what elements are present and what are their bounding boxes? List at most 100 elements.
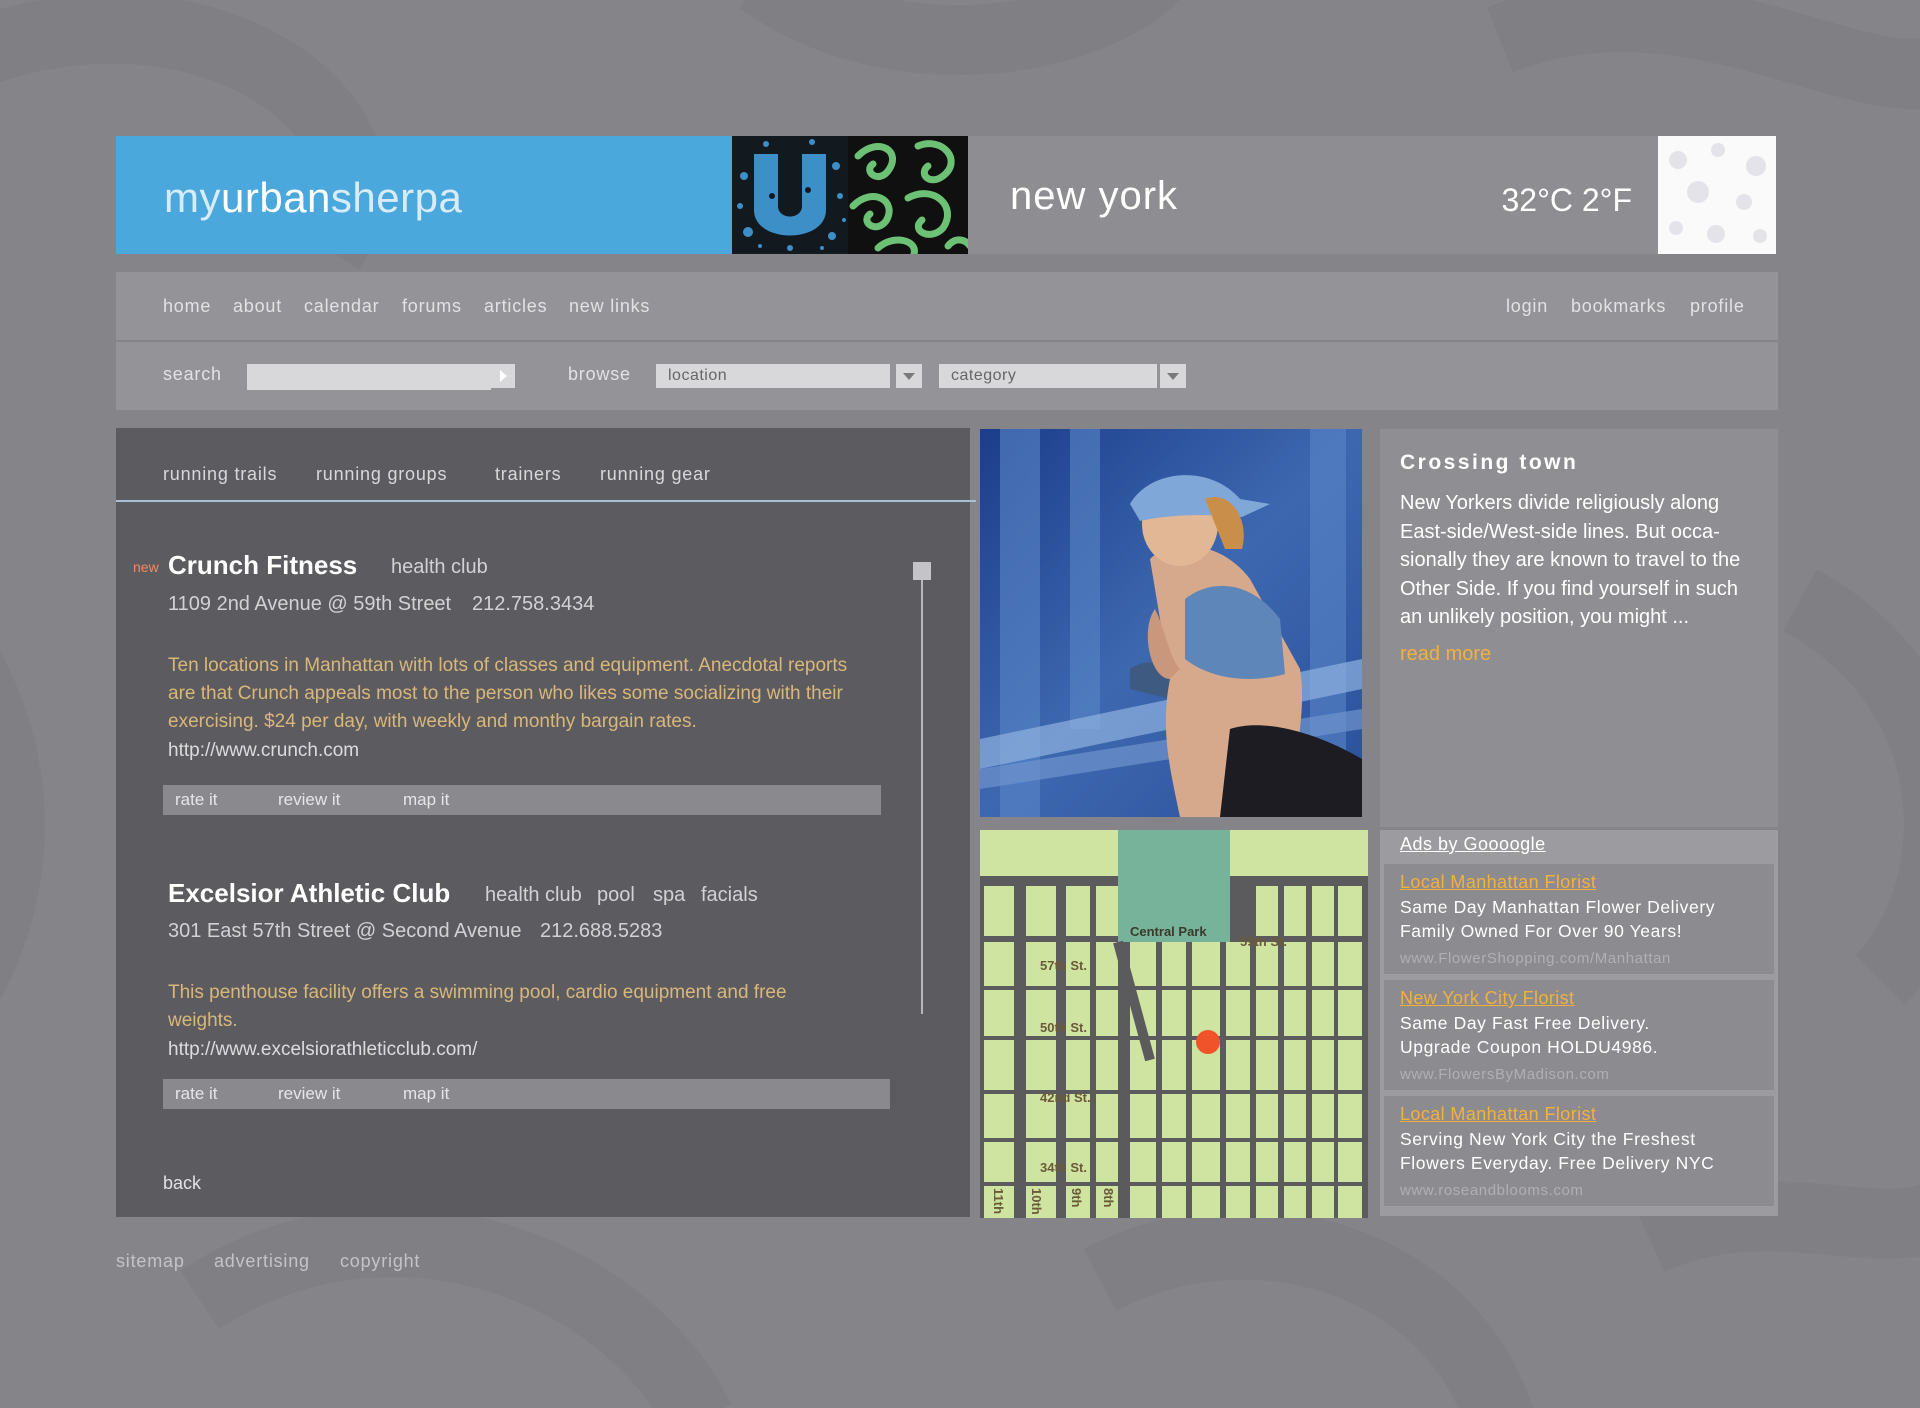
nav-bookmarks[interactable]: bookmarks <box>1571 296 1666 317</box>
footer-sitemap[interactable]: sitemap <box>116 1251 185 1272</box>
review-it-link[interactable]: review it <box>278 1084 340 1104</box>
runner-illustration <box>980 429 1362 817</box>
neighborhood-map[interactable]: Central Park 59th St. 57th St. 50th St. … <box>980 830 1368 1218</box>
location-select[interactable]: location <box>656 364 890 388</box>
search-browse-bar: search browse location category <box>116 342 1778 410</box>
footer-copyright[interactable]: copyright <box>340 1251 420 1272</box>
site-logo[interactable]: myurbansherpa <box>164 174 462 222</box>
article-line: New Yorkers divide religiously along <box>1400 492 1720 514</box>
location-marker-icon <box>1196 1030 1220 1054</box>
search-label: search <box>163 364 222 384</box>
ad-title-link[interactable]: Local Manhattan Florist <box>1400 1104 1596 1125</box>
map-label-50th-st: 50th St. <box>1040 1020 1087 1035</box>
nav-forums[interactable]: forums <box>402 296 462 317</box>
ad-item[interactable]: Local Manhattan Florist Serving New York… <box>1384 1096 1774 1206</box>
location-dropdown-button[interactable] <box>896 364 922 388</box>
browse-label: browse <box>568 364 631 384</box>
listing-title[interactable]: Crunch Fitness <box>168 550 357 581</box>
article-body: New Yorkers divide religiously along Eas… <box>1400 489 1772 632</box>
ad-text: Upgrade Coupon HOLDU4986. <box>1400 1037 1659 1057</box>
listing-description: This penthouse facility offers a swimmin… <box>168 979 787 1035</box>
listing-tag[interactable]: facials <box>701 884 758 907</box>
listing-action-bar: rate it review it map it <box>163 1079 890 1109</box>
map-label-central-park: Central Park <box>1130 924 1207 939</box>
article-title: Crossing town <box>1400 451 1579 474</box>
new-badge: new <box>133 559 159 575</box>
green-swirl-art <box>849 140 968 254</box>
nav-login[interactable]: login <box>1506 296 1548 317</box>
logo-part-urban: urban <box>221 174 331 221</box>
ad-title-link[interactable]: New York City Florist <box>1400 988 1574 1009</box>
map-it-link[interactable]: map it <box>403 1084 449 1104</box>
listing-phone: 212.688.5283 <box>540 920 663 942</box>
city-name[interactable]: new york <box>1010 174 1178 219</box>
description-line: are that Crunch appeals most to the pers… <box>168 683 843 704</box>
article-panel: Crossing town New Yorkers divide religio… <box>1380 429 1778 827</box>
header-art-swirl <box>848 136 968 254</box>
main-nav: home about calendar forums articles new … <box>116 272 1778 340</box>
map-label-11th-ave: 11th <box>991 1188 1006 1214</box>
ads-panel: Ads by Goooogle Local Manhattan Florist … <box>1380 830 1778 1216</box>
listing-title[interactable]: Excelsior Athletic Club <box>168 878 450 909</box>
listing-tag[interactable]: pool <box>597 884 635 907</box>
rate-it-link[interactable]: rate it <box>175 1084 218 1104</box>
category-dropdown-button[interactable] <box>1160 364 1186 388</box>
map-label-57th-st: 57th St. <box>1040 958 1087 973</box>
listing-address: 1109 2nd Avenue @ 59th Street <box>168 593 452 615</box>
search-go-button[interactable] <box>491 364 515 388</box>
nav-about[interactable]: about <box>233 296 282 317</box>
header-art-u <box>732 136 848 254</box>
listing-description: Ten locations in Manhattan with lots of … <box>168 652 847 736</box>
ad-url[interactable]: www.roseandblooms.com <box>1400 1182 1584 1199</box>
listing-tag[interactable]: health club <box>391 556 488 579</box>
listing-tag[interactable]: spa <box>653 884 685 907</box>
u-splatter-art <box>737 139 846 251</box>
ad-title-link[interactable]: Local Manhattan Florist <box>1400 872 1596 893</box>
play-arrow-icon <box>500 370 507 382</box>
category-select[interactable]: category <box>939 364 1157 388</box>
nav-profile[interactable]: profile <box>1690 296 1745 317</box>
ad-text: Same Day Fast Free Delivery. <box>1400 1013 1650 1033</box>
ad-text: Serving New York City the Freshest <box>1400 1129 1696 1149</box>
article-line: East-side/West-side lines. But occa- <box>1400 520 1720 543</box>
map-label-59th-st: 59th St. <box>1240 934 1287 949</box>
review-it-link[interactable]: review it <box>278 790 340 810</box>
listing-url-link[interactable]: http://www.crunch.com <box>168 740 359 762</box>
description-line: Ten locations in Manhattan with lots of … <box>168 655 848 676</box>
ads-header-link[interactable]: Ads by Goooogle <box>1400 834 1546 855</box>
rate-it-link[interactable]: rate it <box>175 790 218 810</box>
tab-running-trails[interactable]: running trails <box>163 464 277 485</box>
ad-item[interactable]: New York City Florist Same Day Fast Free… <box>1384 980 1774 1090</box>
ad-url[interactable]: www.FlowerShopping.com/Manhattan <box>1400 950 1671 967</box>
ad-item[interactable]: Local Manhattan Florist Same Day Manhatt… <box>1384 864 1774 974</box>
map-label-42nd-st: 42nd St. <box>1040 1090 1091 1105</box>
ad-text: Same Day Manhattan Flower Delivery <box>1400 897 1716 917</box>
read-more-link[interactable]: read more <box>1400 643 1491 666</box>
tab-trainers[interactable]: trainers <box>495 464 561 485</box>
scrollbar-thumb[interactable] <box>913 562 931 580</box>
listing-action-bar: rate it review it map it <box>163 785 881 815</box>
nav-calendar[interactable]: calendar <box>304 296 379 317</box>
back-link[interactable]: back <box>163 1173 201 1194</box>
listing-phone: 212.758.3434 <box>472 593 595 615</box>
chevron-down-icon <box>1167 373 1179 380</box>
map-label-34th-st: 34th St. <box>1040 1160 1087 1175</box>
listing-url-link[interactable]: http://www.excelsiorathleticclub.com/ <box>168 1039 477 1061</box>
tab-running-groups[interactable]: running groups <box>316 464 447 485</box>
logo-part-sherpa: sherpa <box>330 174 463 221</box>
listing-tag[interactable]: health club <box>485 884 582 907</box>
nav-articles[interactable]: articles <box>484 296 547 317</box>
scrollbar-track[interactable] <box>921 578 923 1014</box>
runner-photo <box>980 429 1362 817</box>
listing-panel: running trails running groups trainers r… <box>116 428 976 1217</box>
footer-advertising[interactable]: advertising <box>214 1251 310 1272</box>
tab-running-gear[interactable]: running gear <box>600 464 711 485</box>
nav-new-links[interactable]: new links <box>569 296 650 317</box>
map-label-8th-ave: 8th <box>1101 1188 1116 1208</box>
chevron-down-icon <box>903 373 915 380</box>
search-input[interactable] <box>247 364 491 390</box>
map-it-link[interactable]: map it <box>403 790 449 810</box>
nav-home[interactable]: home <box>163 296 211 317</box>
ad-url[interactable]: www.FlowersByMadison.com <box>1400 1066 1609 1083</box>
ad-text: Flowers Everyday. Free Delivery NYC <box>1400 1153 1715 1173</box>
